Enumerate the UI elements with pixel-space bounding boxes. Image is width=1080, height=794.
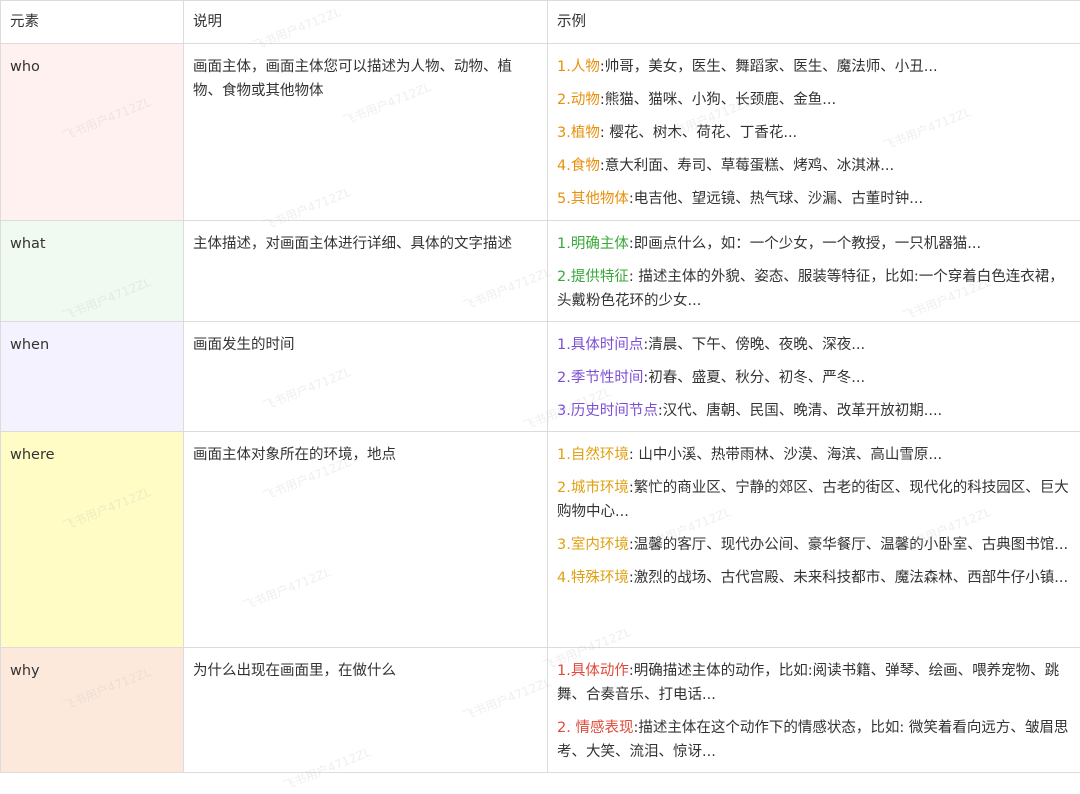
description-cell: 画面主体对象所在的环境，地点: [184, 432, 548, 648]
example-text: :电吉他、望远镜、热气球、沙漏、古董时钟...: [629, 191, 923, 207]
table-row: where画面主体对象所在的环境，地点1.自然环境: 山中小溪、热带雨林、沙漠、…: [1, 432, 1080, 648]
example-label: 3.历史时间节点: [557, 403, 658, 419]
example-item: 3.植物: 樱花、树木、荷花、丁香花...: [557, 121, 1072, 145]
example-label: 2.季节性时间: [557, 370, 643, 386]
element-cell: when: [1, 322, 184, 432]
example-text: :意大利面、寿司、草莓蛋糕、烤鸡、冰淇淋...: [600, 158, 894, 174]
example-text: :帅哥，美女，医生、舞蹈家、医生、魔法师、小丑...: [600, 59, 938, 75]
example-label: 4.食物: [557, 158, 600, 174]
header-description: 说明: [184, 1, 548, 44]
example-label: 1.人物: [557, 59, 600, 75]
example-item: 4.特殊环境:激烈的战场、古代宫殿、未来科技都市、魔法森林、西部牛仔小镇...: [557, 566, 1072, 590]
example-label: 2.城市环境: [557, 480, 629, 496]
example-label: 1.具体时间点: [557, 337, 643, 353]
example-text: :汉代、唐朝、民国、晚清、改革开放初期....: [658, 403, 942, 419]
example-item: 2. 情感表现:描述主体在这个动作下的情感状态，比如: 微笑着看向远方、皱眉思考…: [557, 716, 1072, 764]
example-label: 3.植物: [557, 125, 600, 141]
header-example: 示例: [548, 1, 1080, 44]
table-row: who画面主体，画面主体您可以描述为人物、动物、植物、食物或其他物体1.人物:帅…: [1, 44, 1080, 221]
element-cell: why: [1, 648, 184, 773]
example-text: : 樱花、树木、荷花、丁香花...: [600, 125, 797, 141]
examples-cell: 1.具体动作:明确描述主体的动作，比如:阅读书籍、弹琴、绘画、喂养宠物、跳舞、合…: [548, 648, 1080, 773]
example-text: :繁忙的商业区、宁静的郊区、古老的街区、现代化的科技园区、巨大购物中心...: [557, 480, 1069, 520]
description-cell: 画面主体，画面主体您可以描述为人物、动物、植物、食物或其他物体: [184, 44, 548, 221]
example-label: 2. 情感表现: [557, 720, 633, 736]
example-item: 3.室内环境:温馨的客厅、现代办公间、豪华餐厅、温馨的小卧室、古典图书馆...: [557, 533, 1072, 557]
example-item: 5.其他物体:电吉他、望远镜、热气球、沙漏、古董时钟...: [557, 187, 1072, 211]
example-item: 2.季节性时间:初春、盛夏、秋分、初冬、严冬...: [557, 366, 1072, 390]
table-row: when画面发生的时间 1.具体时间点:清晨、下午、傍晚、夜晚、深夜... 2.季节…: [1, 322, 1080, 432]
example-item: 1.自然环境: 山中小溪、热带雨林、沙漠、海滨、高山雪原...: [557, 443, 1072, 467]
table-row: what主体描述，对画面主体进行详细、具体的文字描述1.明确主体:即画点什么，如…: [1, 221, 1080, 322]
example-item: 2.城市环境:繁忙的商业区、宁静的郊区、古老的街区、现代化的科技园区、巨大购物中…: [557, 476, 1072, 524]
example-text: :描述主体在这个动作下的情感状态，比如: 微笑着看向远方、皱眉思考、大笑、流泪、…: [557, 720, 1068, 760]
example-text: :清晨、下午、傍晚、夜晚、深夜...: [643, 337, 865, 353]
example-text: :熊猫、猫咪、小狗、长颈鹿、金鱼...: [600, 92, 836, 108]
example-item: 2.提供特征: 描述主体的外貌、姿态、服装等特征，比如:一个穿着白色连衣裙，头戴…: [557, 265, 1072, 313]
example-item: 1.明确主体:即画点什么，如：一个少女，一个教授，一只机器猫...: [557, 232, 1072, 256]
example-label: 2.提供特征: [557, 269, 629, 285]
example-text: :明确描述主体的动作，比如:阅读书籍、弹琴、绘画、喂养宠物、跳舞、合奏音乐、打电…: [557, 663, 1059, 703]
examples-cell: 1.具体时间点:清晨、下午、傍晚、夜晚、深夜... 2.季节性时间:初春、盛夏、秋…: [548, 322, 1080, 432]
examples-cell: 1.自然环境: 山中小溪、热带雨林、沙漠、海滨、高山雪原... 2.城市环境:繁忙…: [548, 432, 1080, 648]
example-item: 2.动物:熊猫、猫咪、小狗、长颈鹿、金鱼...: [557, 88, 1072, 112]
example-item: 1.人物:帅哥，美女，医生、舞蹈家、医生、魔法师、小丑...: [557, 55, 1072, 79]
description-cell: 为什么出现在画面里，在做什么: [184, 648, 548, 773]
header-element: 元素: [1, 1, 184, 44]
example-text: : 描述主体的外貌、姿态、服装等特征，比如:一个穿着白色连衣裙，头戴粉色花环的少…: [557, 269, 1064, 309]
example-label: 3.室内环境: [557, 537, 629, 553]
example-label: 4.特殊环境: [557, 570, 629, 586]
example-label: 2.动物: [557, 92, 600, 108]
examples-cell: 1.人物:帅哥，美女，医生、舞蹈家、医生、魔法师、小丑... 2.动物:熊猫、猫咪…: [548, 44, 1080, 221]
example-label: 5.其他物体: [557, 191, 629, 207]
examples-cell: 1.明确主体:即画点什么，如：一个少女，一个教授，一只机器猫... 2.提供特征:…: [548, 221, 1080, 322]
example-text: :激烈的战场、古代宫殿、未来科技都市、魔法森林、西部牛仔小镇...: [629, 570, 1068, 586]
example-text: :温馨的客厅、现代办公间、豪华餐厅、温馨的小卧室、古典图书馆...: [629, 537, 1068, 553]
description-cell: 主体描述，对画面主体进行详细、具体的文字描述: [184, 221, 548, 322]
example-text: :初春、盛夏、秋分、初冬、严冬...: [643, 370, 865, 386]
table-row: why为什么出现在画面里，在做什么1.具体动作:明确描述主体的动作，比如:阅读书…: [1, 648, 1080, 773]
element-cell: who: [1, 44, 184, 221]
example-item: 1.具体时间点:清晨、下午、傍晚、夜晚、深夜...: [557, 333, 1072, 357]
description-cell: 画面发生的时间: [184, 322, 548, 432]
example-text: :即画点什么，如：一个少女，一个教授，一只机器猫...: [629, 236, 981, 252]
example-label: 1.具体动作: [557, 663, 629, 679]
element-cell: what: [1, 221, 184, 322]
example-label: 1.明确主体: [557, 236, 629, 252]
example-label: 1.自然环境: [557, 447, 629, 463]
prompt-elements-table: 元素 说明 示例 who画面主体，画面主体您可以描述为人物、动物、植物、食物或其…: [0, 0, 1080, 773]
example-item: 1.具体动作:明确描述主体的动作，比如:阅读书籍、弹琴、绘画、喂养宠物、跳舞、合…: [557, 659, 1072, 707]
example-text: : 山中小溪、热带雨林、沙漠、海滨、高山雪原...: [629, 447, 942, 463]
example-item: 3.历史时间节点:汉代、唐朝、民国、晚清、改革开放初期....: [557, 399, 1072, 423]
element-cell: where: [1, 432, 184, 648]
table-header-row: 元素 说明 示例: [1, 1, 1080, 44]
example-item: 4.食物:意大利面、寿司、草莓蛋糕、烤鸡、冰淇淋...: [557, 154, 1072, 178]
